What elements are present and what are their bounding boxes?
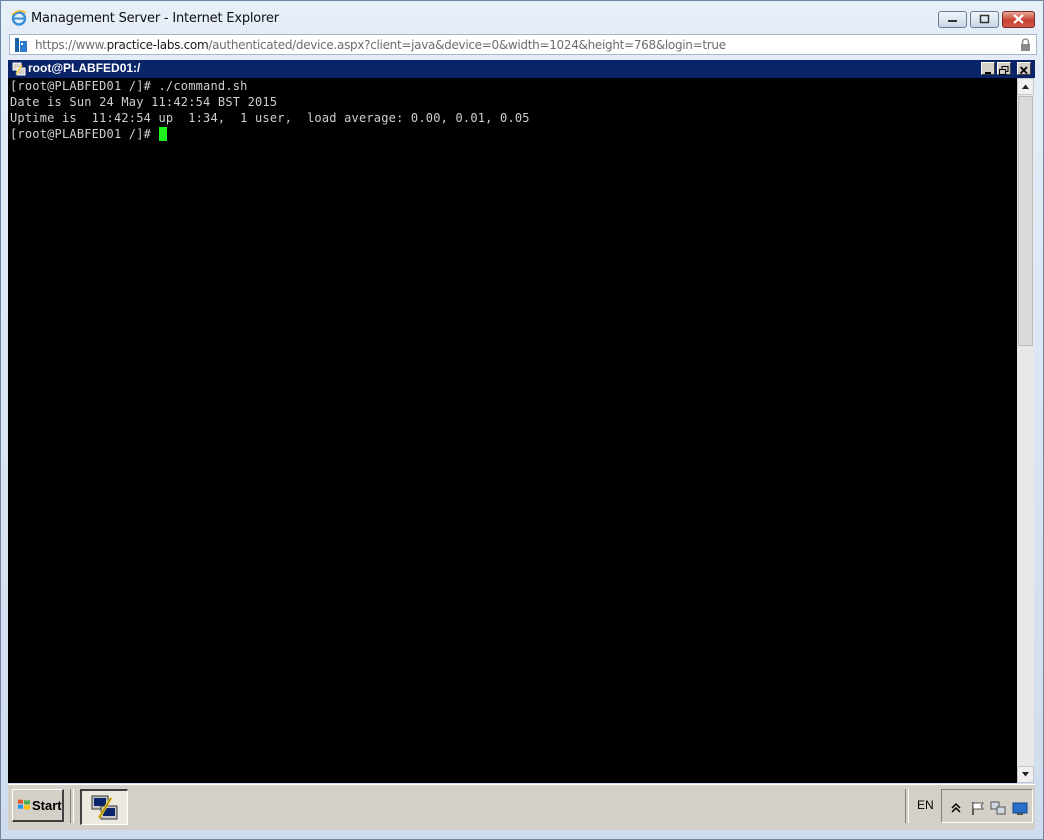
restore-icon bbox=[999, 66, 1009, 75]
taskbar-separator bbox=[70, 789, 74, 823]
terminal-prompt: [root@PLABFED01 /]# bbox=[10, 127, 159, 141]
close-button[interactable] bbox=[1002, 11, 1035, 28]
remote-restore-button[interactable] bbox=[997, 62, 1011, 75]
scroll-down-button[interactable] bbox=[1017, 766, 1034, 783]
remote-window-titlebar[interactable]: root@PLABFED01:/ bbox=[8, 60, 1035, 78]
minimize-button[interactable] bbox=[938, 11, 967, 28]
language-indicator[interactable]: EN bbox=[917, 798, 934, 812]
putty-icon bbox=[91, 795, 118, 820]
taskbar: Start EN bbox=[8, 784, 1035, 830]
tray-separator bbox=[905, 789, 909, 823]
remote-window-title: root@PLABFED01:/ bbox=[28, 61, 141, 75]
site-icon bbox=[15, 38, 27, 52]
ie-logo-icon bbox=[11, 10, 27, 26]
lock-icon[interactable] bbox=[1020, 38, 1031, 51]
network-icon[interactable] bbox=[990, 800, 1006, 816]
windows-flag-icon bbox=[18, 799, 30, 810]
scroll-up-button[interactable] bbox=[1017, 78, 1034, 95]
chevron-up-icon[interactable] bbox=[948, 800, 964, 816]
action-center-flag-icon[interactable] bbox=[970, 800, 986, 816]
vertical-scrollbar[interactable] bbox=[1017, 78, 1034, 783]
close-icon bbox=[1013, 14, 1024, 24]
desktop-icon[interactable] bbox=[1012, 800, 1028, 816]
remote-minimize-button[interactable] bbox=[981, 62, 995, 75]
arrow-up-icon bbox=[1022, 84, 1029, 89]
putty-icon bbox=[12, 62, 26, 76]
arrow-down-icon bbox=[1022, 772, 1029, 777]
start-button[interactable]: Start bbox=[12, 789, 64, 822]
address-bar[interactable]: https://www.practice-labs.com/authentica… bbox=[9, 34, 1037, 55]
scroll-thumb[interactable] bbox=[1018, 96, 1033, 346]
ie-titlebar[interactable]: Management Server - Internet Explorer bbox=[1, 1, 1043, 35]
terminal-prompt-line: [root@PLABFED01 /]# bbox=[10, 127, 167, 143]
minimize-icon bbox=[985, 72, 991, 74]
terminal-cursor bbox=[158, 127, 167, 141]
terminal-line: Date is Sun 24 May 11:42:54 BST 2015 bbox=[10, 95, 278, 109]
window-title: Management Server - Internet Explorer bbox=[31, 11, 279, 26]
terminal[interactable]: [root@PLABFED01 /]# ./command.sh Date is… bbox=[8, 78, 1017, 783]
minimize-icon bbox=[948, 20, 957, 22]
start-label: Start bbox=[32, 798, 62, 813]
maximize-button[interactable] bbox=[970, 11, 999, 28]
url-text: https://www.practice-labs.com/authentica… bbox=[35, 38, 726, 52]
maximize-icon bbox=[979, 14, 990, 24]
system-tray bbox=[941, 789, 1033, 823]
terminal-line: Uptime is 11:42:54 up 1:34, 1 user, load… bbox=[10, 111, 530, 125]
terminal-line: [root@PLABFED01 /]# ./command.sh bbox=[10, 79, 248, 93]
remote-close-button[interactable] bbox=[1017, 62, 1031, 75]
taskbar-putty-button[interactable] bbox=[80, 789, 128, 825]
close-icon bbox=[1019, 66, 1028, 75]
